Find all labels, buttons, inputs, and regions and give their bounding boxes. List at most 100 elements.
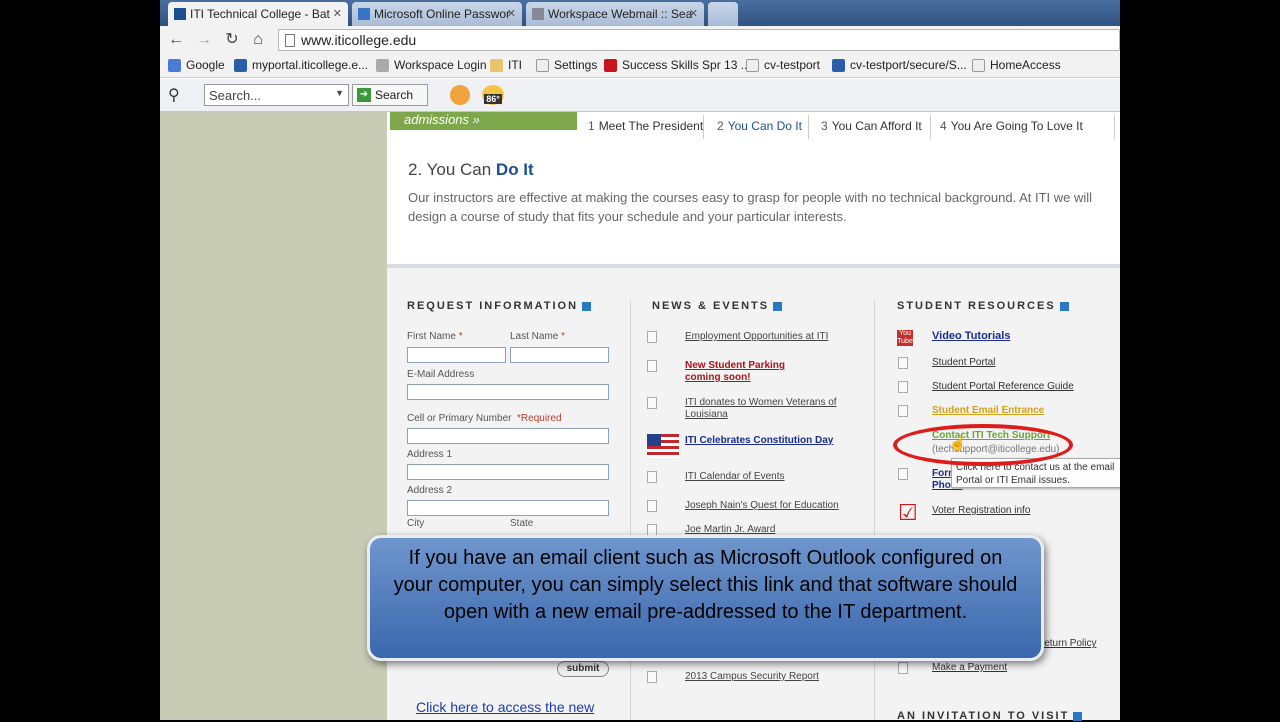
home-icon[interactable]: ⌂ <box>248 30 268 50</box>
back-arrow-icon[interactable]: ← <box>166 30 186 50</box>
checkmark-icon: ☑ <box>898 500 918 525</box>
right-letterbox <box>1120 0 1280 720</box>
make-payment-link[interactable]: Make a Payment <box>932 662 1007 673</box>
submit-button[interactable]: submit <box>557 661 609 677</box>
weather-temp: 86° <box>484 94 502 104</box>
forward-arrow-icon[interactable]: → <box>194 30 214 50</box>
bookmark-iti[interactable]: ITI <box>490 58 522 72</box>
student-resources-title: STUDENT RESOURCES <box>897 300 1069 312</box>
webmail-favicon-icon <box>532 8 544 20</box>
phone-field[interactable] <box>407 428 609 444</box>
tab-workspace-webmail[interactable]: Workspace Webmail :: Sea ✕ <box>526 2 704 26</box>
nav-toolbar: ← → ↻ ⌂ www.iticollege.edu <box>160 26 1120 54</box>
news-item[interactable]: ITI Calendar of Events <box>685 471 865 483</box>
news-events-title: NEWS & EVENTS <box>652 300 783 312</box>
instruction-callout: If you have an email client such as Micr… <box>367 535 1044 661</box>
video-tutorials-link[interactable]: Video Tutorials <box>932 330 1010 342</box>
bookmark-homeaccess[interactable]: HomeAccess <box>972 58 1061 72</box>
page-left-background <box>160 112 387 720</box>
bookmarks-bar: Google myportal.iticollege.e... Workspac… <box>160 54 1120 78</box>
tab-meet-president[interactable]: 1 Meet The President <box>580 115 704 139</box>
page-icon <box>972 59 985 72</box>
bookmark-label: Google <box>186 58 225 72</box>
left-letterbox <box>0 0 160 720</box>
voter-registration-link[interactable]: Voter Registration info <box>932 505 1030 516</box>
news-item[interactable]: ITI donates to Women Veterans of Louisia… <box>685 397 855 421</box>
news-item[interactable]: Joseph Nain's Quest for Education <box>685 500 865 512</box>
label-text: First Name <box>407 331 456 342</box>
access-new-link[interactable]: Click here to access the new <box>416 699 594 715</box>
bookmark-google[interactable]: Google <box>168 58 225 72</box>
magnifier-icon[interactable]: ⚲ <box>168 85 180 105</box>
close-icon[interactable]: ✕ <box>507 7 516 20</box>
bookmark-workspace-login[interactable]: Workspace Login <box>376 58 487 72</box>
email-field[interactable] <box>407 384 609 400</box>
address1-label: Address 1 <box>407 449 453 460</box>
last-name-label: Last Name * <box>510 331 565 342</box>
addon-icon[interactable] <box>450 85 470 105</box>
tab-you-can-do-it[interactable]: 2 You Can Do It <box>709 115 809 139</box>
portal-guide-link[interactable]: Student Portal Reference Guide <box>932 381 1074 392</box>
close-icon[interactable]: ✕ <box>689 7 698 20</box>
arrow-right-icon: ➜ <box>357 88 371 102</box>
state-label: State <box>510 518 534 529</box>
news-item[interactable]: Employment Opportunities at ITI <box>685 331 865 343</box>
step-label: You Are Going To Love It <box>950 119 1083 133</box>
resource-doc-icon <box>898 405 908 417</box>
news-doc-icon <box>647 360 657 372</box>
step-label: You Can Do It <box>727 119 802 133</box>
title-text: NEWS & EVENTS <box>652 300 770 312</box>
news-doc-icon <box>647 671 657 683</box>
tab-microsoft-password[interactable]: Microsoft Online Passwor ✕ <box>352 2 522 26</box>
reload-icon[interactable]: ↻ <box>222 30 242 50</box>
bookmark-cv-testport[interactable]: cv-testport <box>746 58 820 72</box>
weather-icon[interactable]: 86° <box>482 85 504 105</box>
news-item[interactable]: 2013 Campus Security Report <box>685 671 865 683</box>
tab-you-can-afford-it[interactable]: 3 You Can Afford It <box>813 115 931 139</box>
page-icon <box>746 59 759 72</box>
portal-icon <box>832 59 845 72</box>
last-name-field[interactable] <box>510 347 609 363</box>
return-policy-link[interactable]: Return Policy <box>1037 638 1096 649</box>
tab-iti-college[interactable]: ITI Technical College - Bat ✕ <box>168 2 348 26</box>
intro-paragraph: Our instructors are effective at making … <box>408 190 1093 224</box>
youtube-icon: You Tube <box>897 330 913 346</box>
google-icon <box>168 59 181 72</box>
student-email-link[interactable]: Student Email Entrance <box>932 405 1044 416</box>
workspace-icon <box>376 59 389 72</box>
admissions-banner[interactable]: admissions » <box>390 112 577 130</box>
search-toolbar: ⚲ Search... ▼ ➜ Search 86° <box>160 79 1120 112</box>
news-doc-icon <box>647 397 657 409</box>
tab-going-to-love-it[interactable]: 4 You Are Going To Love It <box>932 115 1115 139</box>
title-text: STUDENT RESOURCES <box>897 300 1056 312</box>
arrow-box-icon <box>582 301 592 311</box>
bookmark-success-skills[interactable]: Success Skills Spr 13 ... <box>604 58 751 72</box>
close-icon[interactable]: ✕ <box>333 7 342 20</box>
required-note: *Required <box>517 413 562 424</box>
news-item[interactable]: ITI Celebrates Constitution Day <box>685 435 865 447</box>
first-name-field[interactable] <box>407 347 506 363</box>
address-bar[interactable]: www.iticollege.edu <box>278 29 1120 51</box>
highlight-ellipse <box>893 424 1073 466</box>
news-doc-icon <box>647 471 657 483</box>
us-flag-icon <box>647 434 679 458</box>
portal-icon <box>234 59 247 72</box>
search-input[interactable]: Search... ▼ <box>204 84 349 106</box>
news-item[interactable]: New Student Parking coming soon! <box>685 360 805 384</box>
search-button[interactable]: ➜ Search <box>352 84 428 106</box>
arrow-box-icon <box>1073 711 1083 721</box>
bookmark-myportal[interactable]: myportal.iticollege.e... <box>234 58 368 72</box>
chevron-down-icon[interactable]: ▼ <box>335 88 344 98</box>
bookmark-cv-testport-secure[interactable]: cv-testport/secure/S... <box>832 58 967 72</box>
phone-label: Cell or Primary Number *Required <box>407 413 562 424</box>
student-portal-link[interactable]: Student Portal <box>932 357 995 368</box>
required-mark: * <box>458 331 463 342</box>
bookmark-label: Settings <box>554 58 598 72</box>
bookmark-settings[interactable]: Settings <box>536 58 597 72</box>
step-number: 1 <box>588 119 595 133</box>
address2-field[interactable] <box>407 500 609 516</box>
new-tab-button[interactable] <box>708 2 738 26</box>
address1-field[interactable] <box>407 464 609 480</box>
step-label: Meet The President <box>598 119 704 133</box>
success-skills-icon <box>604 59 617 72</box>
